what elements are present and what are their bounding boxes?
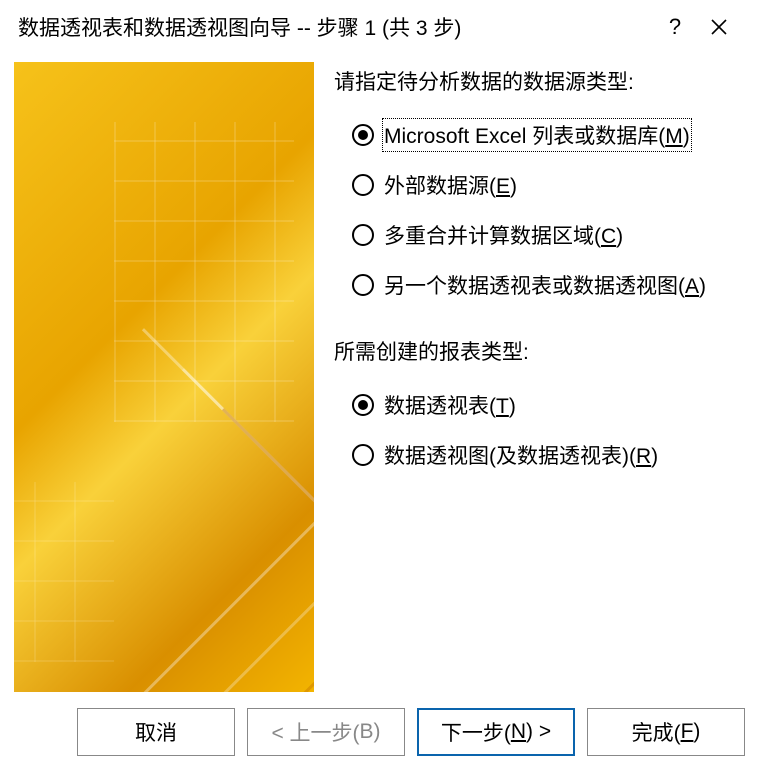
close-icon xyxy=(710,18,728,36)
close-button[interactable] xyxy=(697,11,741,43)
radio-label: 外部数据源(E) xyxy=(384,170,517,200)
content-area: 请指定待分析数据的数据源类型: Microsoft Excel 列表或数据库(M… xyxy=(0,54,759,694)
cancel-button[interactable]: 取消 xyxy=(77,708,235,756)
radio-label: Microsoft Excel 列表或数据库(M) xyxy=(384,120,690,150)
radio-label: 多重合并计算数据区域(C) xyxy=(384,220,623,250)
radio-icon xyxy=(352,174,374,196)
source-type-group: 请指定待分析数据的数据源类型: Microsoft Excel 列表或数据库(M… xyxy=(334,66,739,310)
radio-another-pivot[interactable]: 另一个数据透视表或数据透视图(A) xyxy=(334,260,739,310)
radio-label: 数据透视图(及数据透视表)(R) xyxy=(384,440,658,470)
finish-button[interactable]: 完成(F) xyxy=(587,708,745,756)
report-type-group: 所需创建的报表类型: 数据透视表(T) 数据透视图(及数据透视表)(R) xyxy=(334,336,739,480)
back-button[interactable]: < 上一步(B) xyxy=(247,708,405,756)
radio-icon xyxy=(352,274,374,296)
radio-icon xyxy=(352,394,374,416)
radio-excel-list[interactable]: Microsoft Excel 列表或数据库(M) xyxy=(334,110,739,160)
radio-external-data[interactable]: 外部数据源(E) xyxy=(334,160,739,210)
button-bar: 取消 < 上一步(B) 下一步(N) > 完成(F) xyxy=(0,694,759,756)
next-button[interactable]: 下一步(N) > xyxy=(417,708,575,756)
titlebar: 数据透视表和数据透视图向导 -- 步骤 1 (共 3 步) ? xyxy=(0,0,759,54)
radio-label: 另一个数据透视表或数据透视图(A) xyxy=(384,270,706,300)
report-type-label: 所需创建的报表类型: xyxy=(334,336,739,366)
radio-label: 数据透视表(T) xyxy=(384,390,516,420)
radio-icon xyxy=(352,124,374,146)
radio-icon xyxy=(352,224,374,246)
wizard-graphic xyxy=(14,62,314,692)
source-type-label: 请指定待分析数据的数据源类型: xyxy=(334,66,739,96)
radio-icon xyxy=(352,444,374,466)
radio-pivot-table[interactable]: 数据透视表(T) xyxy=(334,380,739,430)
options-panel: 请指定待分析数据的数据源类型: Microsoft Excel 列表或数据库(M… xyxy=(314,62,745,694)
radio-multiple-consolidation[interactable]: 多重合并计算数据区域(C) xyxy=(334,210,739,260)
help-button[interactable]: ? xyxy=(653,11,697,43)
radio-pivot-chart[interactable]: 数据透视图(及数据透视表)(R) xyxy=(334,430,739,480)
dialog-title: 数据透视表和数据透视图向导 -- 步骤 1 (共 3 步) xyxy=(18,12,653,42)
